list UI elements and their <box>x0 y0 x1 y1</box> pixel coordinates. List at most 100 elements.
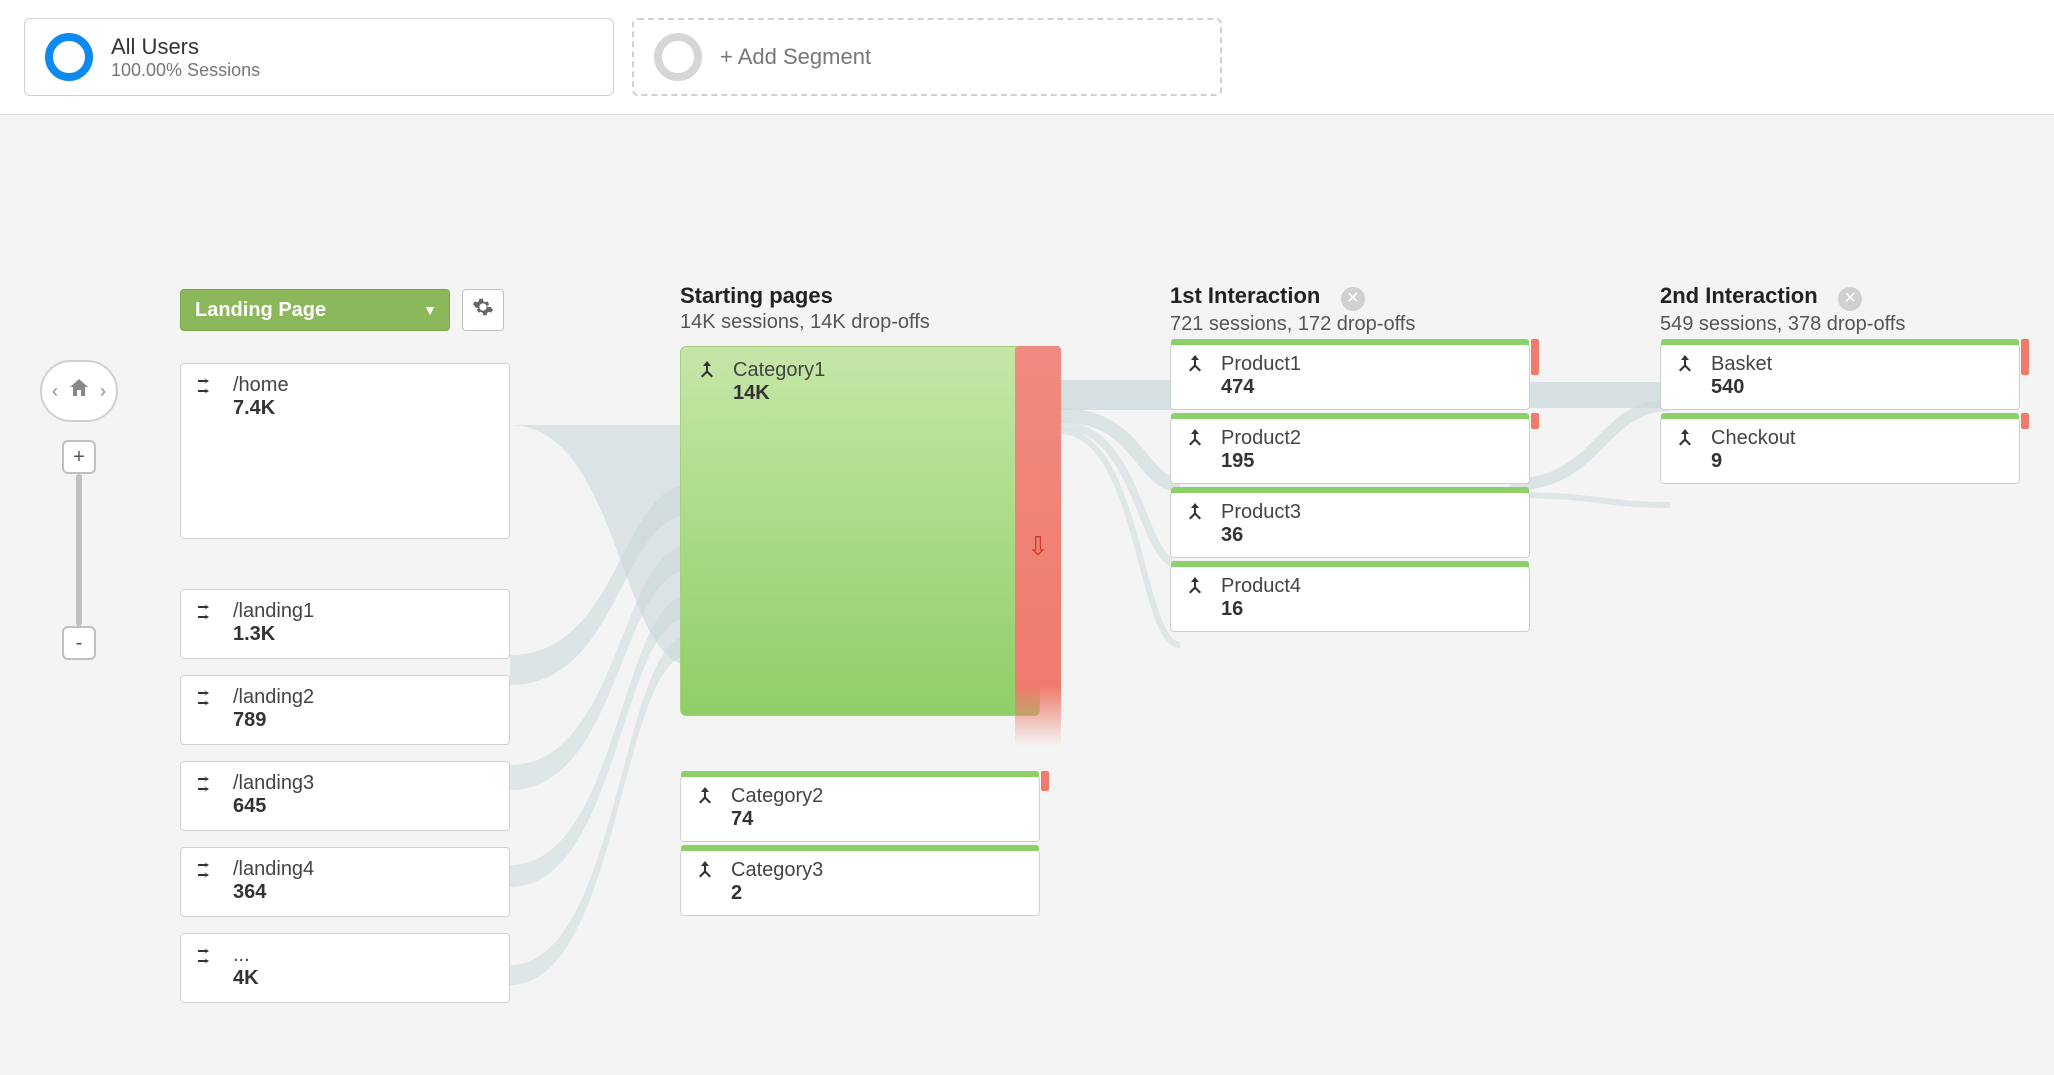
merge-icon <box>1183 501 1207 525</box>
node-value: 540 <box>1711 376 1772 399</box>
segment-all-users[interactable]: All Users 100.00% Sessions <box>24 18 614 96</box>
landing-item[interactable]: /landing4364 <box>180 847 510 917</box>
landing-label: /landing3 <box>233 772 314 795</box>
flow-arrow-icon <box>195 686 221 712</box>
segment-subtitle: 100.00% Sessions <box>111 60 260 81</box>
column-starting-pages: Starting pages 14K sessions, 14K drop-of… <box>680 283 1040 916</box>
node-value: 14K <box>733 382 825 405</box>
column-2nd-interaction: 2nd Interaction ✕ 549 sessions, 378 drop… <box>1660 283 2020 484</box>
close-column-button[interactable]: ✕ <box>1838 287 1862 311</box>
settings-button[interactable] <box>462 289 504 331</box>
landing-value: 4K <box>233 967 259 990</box>
column-title: 2nd Interaction <box>1660 283 1818 308</box>
node-value: 36 <box>1221 524 1301 547</box>
segment-add-circle-icon <box>654 33 702 81</box>
segment-add[interactable]: + Add Segment <box>632 18 1222 96</box>
dropoff-mini <box>1531 413 1539 429</box>
zoom-slider[interactable]: + - <box>62 440 96 660</box>
flow-arrow-icon <box>195 772 221 798</box>
node-category1[interactable]: Category1 14K <box>680 346 1040 716</box>
landing-label: /landing4 <box>233 858 314 881</box>
landing-value: 1.3K <box>233 623 314 646</box>
column-title: Starting pages <box>680 283 1040 309</box>
node-label: Category2 <box>731 785 823 808</box>
merge-icon <box>1183 575 1207 599</box>
node-value: 2 <box>731 882 823 905</box>
merge-icon <box>1673 353 1697 377</box>
node-label: Product1 <box>1221 353 1301 376</box>
flow-canvas[interactable]: ‹ › + - Landing Page /home7.4K/landing11… <box>0 115 2054 1075</box>
merge-icon <box>1673 427 1697 451</box>
segment-circle-icon <box>45 33 93 81</box>
landing-value: 789 <box>233 709 314 732</box>
merge-icon <box>1183 353 1207 377</box>
flow-node[interactable]: Basket540 <box>1660 344 2020 410</box>
nav-prev-icon[interactable]: ‹ <box>52 381 58 402</box>
node-category3[interactable]: Category3 2 <box>680 850 1040 916</box>
node-label: Product4 <box>1221 575 1301 598</box>
flow-arrow-icon <box>195 374 221 400</box>
flow-arrow-icon <box>195 944 221 970</box>
dropoff-arrow-icon: ⇩ <box>1027 531 1049 562</box>
dropoff-bar[interactable]: ⇩ <box>1015 346 1061 746</box>
zoom-rail[interactable] <box>76 474 82 626</box>
column-subtitle: 721 sessions, 172 drop-offs <box>1170 313 1530 336</box>
nav-controls: ‹ › + - <box>40 360 118 660</box>
landing-value: 7.4K <box>233 397 289 420</box>
flow-node[interactable]: Product416 <box>1170 566 1530 632</box>
node-value: 74 <box>731 808 823 831</box>
node-category2[interactable]: Category2 74 <box>680 776 1040 842</box>
zoom-out-button[interactable]: - <box>62 626 96 660</box>
landing-label: /home <box>233 374 289 397</box>
node-value: 16 <box>1221 598 1301 621</box>
landing-label: /landing1 <box>233 600 314 623</box>
landing-value: 364 <box>233 881 314 904</box>
zoom-in-button[interactable]: + <box>62 440 96 474</box>
column-subtitle: 14K sessions, 14K drop-offs <box>680 311 1040 334</box>
column-subtitle: 549 sessions, 378 drop-offs <box>1660 313 2020 336</box>
node-label: Category3 <box>731 859 823 882</box>
segment-bar: All Users 100.00% Sessions + Add Segment <box>0 0 2054 115</box>
flow-node[interactable]: Product1474 <box>1170 344 1530 410</box>
node-label: Category1 <box>733 359 825 382</box>
merge-icon <box>693 859 717 883</box>
landing-label: /landing2 <box>233 686 314 709</box>
home-icon[interactable] <box>67 376 91 407</box>
flow-node[interactable]: Product2195 <box>1170 418 1530 484</box>
node-label: Product3 <box>1221 501 1301 524</box>
landing-label: ... <box>233 944 259 967</box>
flow-node[interactable]: Product336 <box>1170 492 1530 558</box>
landing-item[interactable]: /landing3645 <box>180 761 510 831</box>
landing-item[interactable]: /home7.4K <box>180 363 510 539</box>
landing-item[interactable]: /landing2789 <box>180 675 510 745</box>
node-label: Basket <box>1711 353 1772 376</box>
segment-add-label: + Add Segment <box>720 44 871 70</box>
dimension-selector[interactable]: Landing Page <box>180 289 450 331</box>
merge-icon <box>695 359 719 383</box>
nav-home-pill[interactable]: ‹ › <box>40 360 118 422</box>
column-title: 1st Interaction <box>1170 283 1320 308</box>
dropoff-mini <box>2021 413 2029 429</box>
gear-icon <box>472 296 494 324</box>
landing-item[interactable]: /landing11.3K <box>180 589 510 659</box>
dropoff-mini <box>1531 339 1539 375</box>
segment-title: All Users <box>111 34 260 60</box>
node-value: 474 <box>1221 376 1301 399</box>
flow-node[interactable]: Checkout9 <box>1660 418 2020 484</box>
node-label: Product2 <box>1221 427 1301 450</box>
node-label: Checkout <box>1711 427 1796 450</box>
landing-value: 645 <box>233 795 314 818</box>
node-value: 9 <box>1711 450 1796 473</box>
landing-item[interactable]: ...4K <box>180 933 510 1003</box>
node-value: 195 <box>1221 450 1301 473</box>
dropoff-mini <box>1041 771 1049 791</box>
merge-icon <box>693 785 717 809</box>
dropoff-mini <box>2021 339 2029 375</box>
flow-arrow-icon <box>195 600 221 626</box>
nav-next-icon[interactable]: › <box>100 381 106 402</box>
column-1st-interaction: 1st Interaction ✕ 721 sessions, 172 drop… <box>1170 283 1530 632</box>
close-column-button[interactable]: ✕ <box>1341 287 1365 311</box>
merge-icon <box>1183 427 1207 451</box>
dimension-selector-label: Landing Page <box>195 299 326 322</box>
flow-arrow-icon <box>195 858 221 884</box>
